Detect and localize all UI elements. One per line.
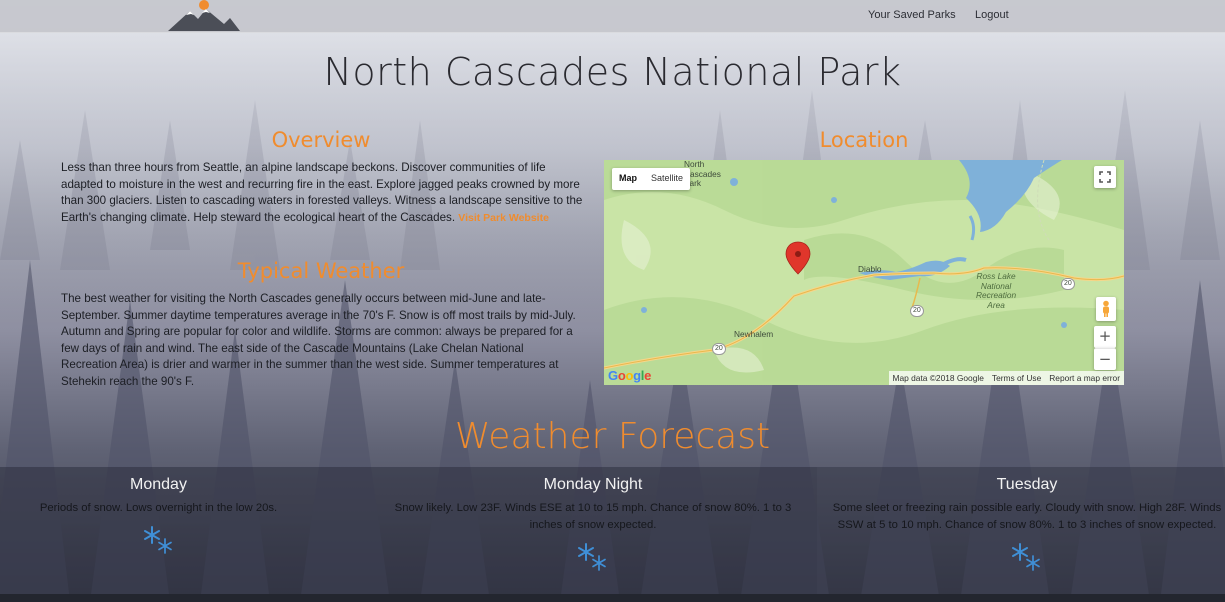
- forecast-day-monday-night: Monday Night Snow likely. Low 23F. Winds…: [385, 476, 801, 572]
- map-label-line: National: [980, 280, 1012, 291]
- typical-weather-heading: Typical Weather: [237, 259, 405, 283]
- forecast-day-name: Tuesday: [996, 476, 1058, 493]
- google-logo-letter: e: [644, 368, 652, 383]
- overview-heading: Overview: [271, 128, 371, 152]
- location-map[interactable]: North Cascades Park Diablo Ross Lake Nat…: [604, 160, 1124, 385]
- mountain-logo-icon[interactable]: [166, 0, 242, 32]
- google-logo-letter: o: [625, 368, 634, 383]
- map-label-newhalem: Newhalem: [734, 329, 774, 339]
- route-20-marker: 20: [712, 343, 726, 355]
- zoom-out-button[interactable]: −: [1094, 348, 1116, 370]
- footer-strip: [0, 594, 1225, 602]
- forecast-day-description: Some sleet or freezing rain possible ear…: [832, 502, 1222, 531]
- map-report-error-link[interactable]: Report a map error: [1049, 373, 1120, 383]
- route-20-marker: 20: [1061, 278, 1075, 290]
- map-terms-link[interactable]: Terms of Use: [992, 373, 1041, 383]
- nav-saved-parks-link[interactable]: Your Saved Parks: [868, 9, 956, 21]
- route-20-marker: 20: [910, 305, 924, 317]
- snow-icon: [1012, 543, 1040, 571]
- main-content: North Cascades National Park Overview Le…: [0, 0, 1225, 602]
- location-heading: Location: [819, 128, 909, 152]
- google-logo: Google: [608, 368, 651, 383]
- zoom-in-button[interactable]: +: [1094, 326, 1116, 348]
- nav-logout-link[interactable]: Logout: [975, 9, 1009, 21]
- map-attribution-text: Map data ©2018 Google: [892, 373, 984, 383]
- google-logo-letter: G: [608, 368, 618, 383]
- navbar: Your Saved Parks Logout: [0, 0, 1225, 33]
- map-label-ross-lake: Ross Lake National Recreation Area: [976, 271, 1017, 310]
- map-label-line: Recreation: [976, 290, 1017, 300]
- visit-park-website-link[interactable]: Visit Park Website: [458, 212, 549, 224]
- forecast-day-name: Monday Night: [543, 476, 643, 493]
- snow-icon: [578, 543, 606, 571]
- fullscreen-icon[interactable]: [1094, 166, 1116, 188]
- map-label-line: Area: [987, 299, 1005, 310]
- map-type-satellite-button[interactable]: Satellite: [644, 168, 690, 190]
- map-type-map-button[interactable]: Map: [612, 168, 644, 190]
- street-view-pegman-icon[interactable]: [1096, 297, 1116, 321]
- forecast-day-description: Periods of snow. Lows overnight in the l…: [39, 502, 278, 514]
- page-title: North Cascades National Park: [323, 50, 902, 94]
- overview-text: Less than three hours from Seattle, an a…: [61, 160, 586, 226]
- forecast-day-tuesday: Tuesday Some sleet or freezing rain poss…: [830, 476, 1224, 572]
- forecast-heading: Weather Forecast: [454, 416, 771, 457]
- map-label-diablo: Diablo: [858, 264, 882, 274]
- snow-icon: [143, 526, 172, 554]
- map-attribution-bar: Map data ©2018 Google Terms of Use Repor…: [888, 371, 1124, 385]
- forecast-day-monday: Monday Periods of snow. Lows overnight i…: [10, 476, 307, 555]
- forecast-day-description: Snow likely. Low 23F. Winds ESE at 10 to…: [394, 502, 792, 531]
- google-logo-letter: g: [633, 368, 641, 383]
- map-type-toggle: Map Satellite: [612, 168, 691, 190]
- forecast-day-name: Monday: [130, 476, 187, 493]
- typical-weather-text: The best weather for visiting the North …: [61, 292, 576, 388]
- map-label-line: Ross Lake: [976, 271, 1016, 281]
